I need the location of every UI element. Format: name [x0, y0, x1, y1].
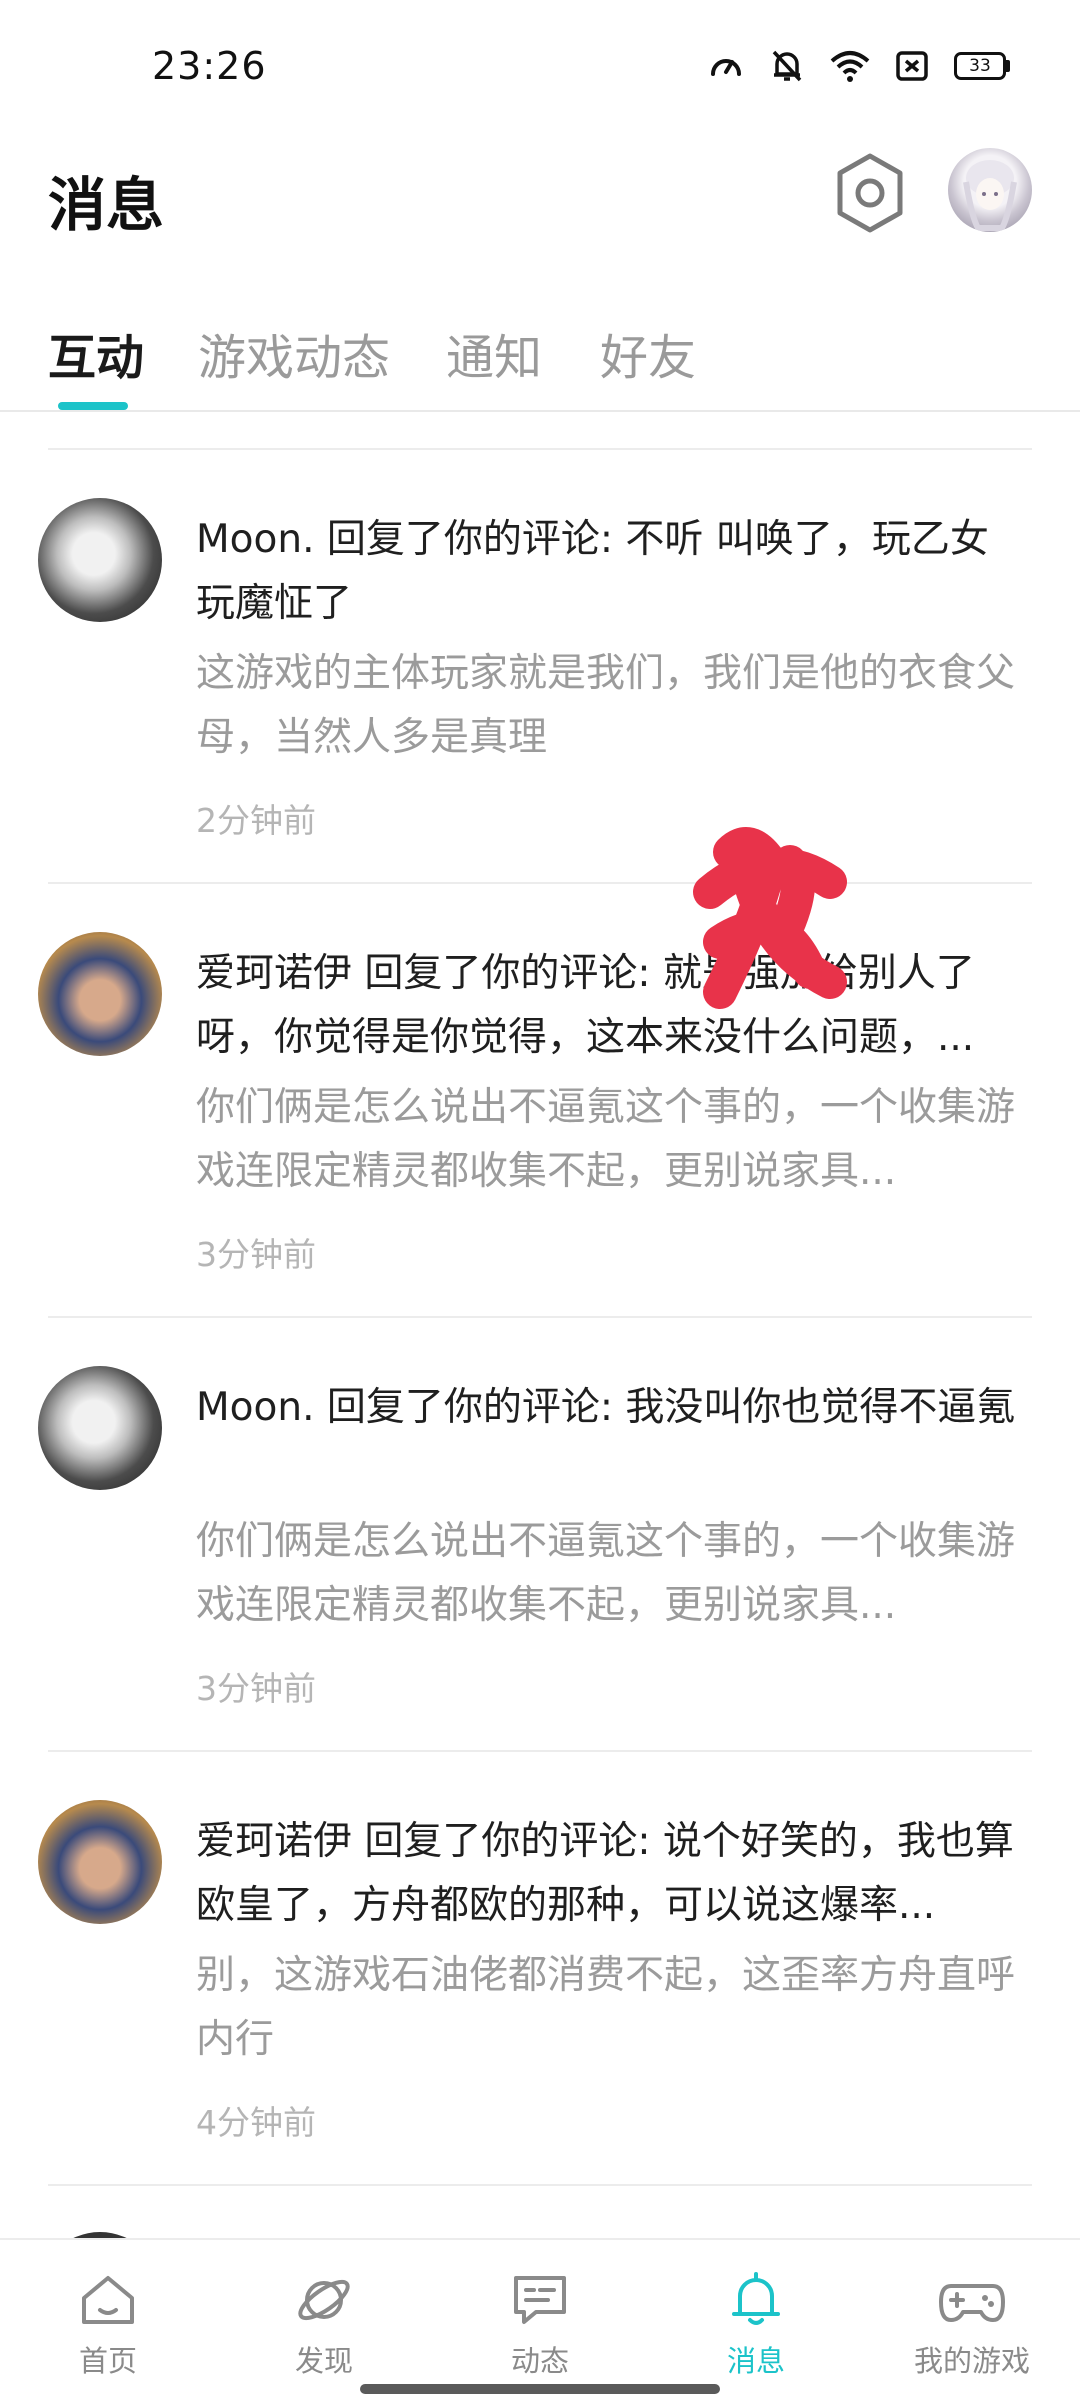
tab-game-news[interactable]: 游戏动态 [198, 318, 390, 388]
status-bar: 23:26 33 [0, 0, 1080, 136]
planet-icon [298, 2279, 350, 2321]
nav-home[interactable]: 首页 [38, 2268, 178, 2388]
quoted-comment: 这游戏的主体玩家就是我们，我们是他的衣食父母，当然人多是真理 [196, 651, 1016, 760]
message-time: 2分钟前 [196, 801, 316, 840]
sim-off-icon [896, 51, 928, 81]
message-item[interactable]: Moon. 回复了你的评论: 我没叫你也觉得不逼氪 你们俩是怎么说出不逼氪这个事… [0, 1318, 1080, 1750]
data-speed-icon [711, 59, 741, 76]
battery-icon: 33 [954, 52, 1010, 80]
active-tab-indicator [58, 402, 128, 410]
nav-feed[interactable]: 动态 [470, 2268, 610, 2388]
header: 消息 [0, 136, 1080, 266]
avatar[interactable] [38, 498, 162, 622]
tab-bar: 互动 游戏动态 通知 好友 [0, 300, 1080, 412]
message-time: 3分钟前 [196, 1235, 316, 1274]
nav-label: 我的游戏 [913, 2344, 1030, 2378]
nav-label: 消息 [726, 2344, 785, 2378]
mute-icon [772, 50, 802, 82]
nav-label: 动态 [510, 2344, 569, 2378]
bell-icon [732, 2272, 780, 2325]
settings-hexagon-icon [837, 153, 903, 233]
message-title: 爱珂诺伊 回复了你的评论: 说个好笑的，我也算欧皇了，方舟都欧的那种，可以说这爆… [196, 1819, 1014, 1928]
message-title: 爱珂诺伊 回复了你的评论: 就是强加给别人了呀，你觉得是你觉得，这本来没什么问题… [196, 951, 975, 1060]
battery-level: 33 [969, 56, 991, 76]
status-time: 23:26 [152, 44, 267, 88]
message-time: 4分钟前 [196, 2103, 316, 2142]
nav-messages[interactable]: 消息 [686, 2268, 826, 2388]
gamepad-icon [939, 2284, 1005, 2322]
settings-button[interactable] [832, 150, 908, 236]
tab-interaction[interactable]: 互动 [48, 318, 144, 388]
profile-avatar[interactable] [948, 148, 1032, 232]
avatar[interactable] [38, 1800, 162, 1924]
tab-friends[interactable]: 好友 [600, 318, 696, 388]
quoted-comment: 别，这游戏石油佬都消费不起，这歪率方舟直呼内行 [196, 1953, 1016, 2062]
message-title: Moon. 回复了你的评论: 我没叫你也觉得不逼氪 [196, 1385, 1016, 1430]
wifi-icon [830, 51, 870, 82]
quoted-comment: 你们俩是怎么说出不逼氪这个事的，一个收集游戏连限定精灵都收集不起，更别说家具..… [196, 1085, 1016, 1194]
redaction-scribble [693, 827, 847, 1009]
message-item[interactable]: Moon. 回复了你的评论: 不听 叫唤了，玩乙女玩魔怔了 这游戏的主体玩家就是… [0, 450, 1080, 882]
avatar[interactable] [38, 932, 162, 1056]
tab-notifications[interactable]: 通知 [446, 318, 542, 388]
message-item[interactable]: 爱珂诺伊 回复了你的评论: 就是强加给别人了呀，你觉得是你觉得，这本来没什么问题… [0, 884, 1080, 1316]
nav-my-games[interactable]: 我的游戏 [902, 2268, 1042, 2388]
status-icons: 33 [708, 48, 1010, 84]
message-title: Moon. 回复了你的评论: 不听 叫唤了，玩乙女玩魔怔了 [196, 517, 989, 626]
home-indicator[interactable] [360, 2384, 720, 2394]
quoted-comment: 你们俩是怎么说出不逼氪这个事的，一个收集游戏连限定精灵都收集不起，更别说家具..… [196, 1519, 1016, 1628]
page-title: 消息 [48, 171, 165, 239]
avatar[interactable] [38, 1366, 162, 1490]
message-time: 3分钟前 [196, 1669, 316, 1708]
bottom-nav: 首页 发现 动态 消息 我的游戏 [0, 2238, 1080, 2400]
chat-bubble-icon [514, 2276, 566, 2324]
message-item[interactable]: 爱珂诺伊 回复了你的评论: 说个好笑的，我也算欧皇了，方舟都欧的那种，可以说这爆… [0, 1752, 1080, 2184]
home-icon [82, 2276, 134, 2324]
avatar-illustration [963, 160, 1017, 231]
nav-label: 首页 [78, 2344, 137, 2378]
nav-label: 发现 [294, 2344, 353, 2378]
nav-discover[interactable]: 发现 [254, 2268, 394, 2388]
message-list[interactable]: Moon. 回复了你的评论: 不听 叫唤了，玩乙女玩魔怔了 这游戏的主体玩家就是… [0, 412, 1080, 2238]
divider [48, 2184, 1032, 2186]
